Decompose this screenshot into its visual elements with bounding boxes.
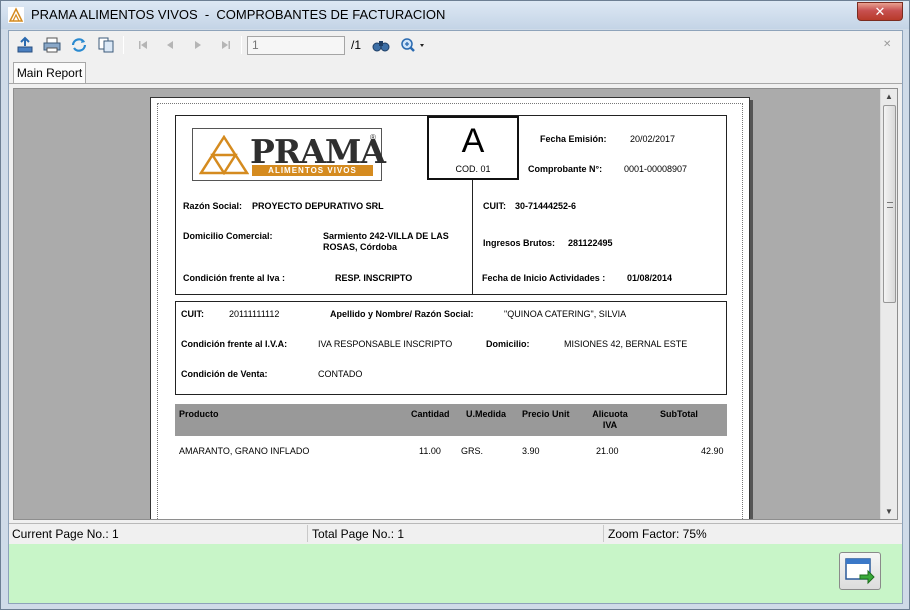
invoice-code: COD. 01 [455, 164, 491, 174]
condicion-iva-value: RESP. INSCRIPTO [335, 273, 413, 283]
client-name-value: "QUINOA CATERING", SILVIA [504, 309, 627, 319]
client-info-box: CUIT: 20111111112 Apellido y Nombre/ Raz… [175, 301, 727, 395]
items-table-header: Producto Cantidad U.Medida Precio Unit A… [175, 404, 727, 436]
client-name-label: Apellido y Nombre/ Razón Social: [330, 309, 474, 319]
scroll-down-icon[interactable]: ▼ [885, 507, 893, 516]
cuit-label: CUIT: [483, 201, 506, 211]
client-cuit-value: 20111111112 [229, 309, 280, 319]
report-canvas[interactable]: PRAMA ® ALIMENTOS VIVOS A COD. 01 Fecha … [13, 88, 898, 520]
logo-triangle-icon [199, 135, 249, 175]
client-cond-venta-label: Condición de Venta: [181, 369, 268, 379]
copy-icon[interactable] [96, 36, 116, 54]
client-cond-iva-label: Condición frente al I.V.A: [181, 339, 288, 349]
report-page: PRAMA ® ALIMENTOS VIVOS A COD. 01 Fecha … [150, 97, 750, 519]
scroll-up-icon[interactable]: ▲ [885, 92, 893, 101]
vertical-scrollbar[interactable]: ▲ ▼ [880, 89, 897, 519]
client-cuit-label: CUIT: [181, 309, 204, 319]
domicilio-comercial-value: Sarmiento 242-VILLA DE LAS ROSAS, Córdob… [323, 231, 449, 252]
client-domicilio-label: Domicilio: [486, 339, 530, 349]
zoom-icon[interactable] [399, 36, 427, 54]
logo-registered-mark: ® [370, 133, 376, 142]
col-cantidad: Cantidad [411, 409, 450, 419]
condicion-iva-label: Condición frente al Iva : [183, 273, 286, 283]
title-bar[interactable]: PRAMA ALIMENTOS VIVOS - COMPROBANTES DE … [1, 1, 909, 29]
header-divider [472, 180, 473, 294]
print-icon[interactable] [42, 36, 62, 54]
client-cond-iva-value: IVA RESPONSABLE INSCRIPTO [318, 339, 453, 349]
domicilio-comercial-label: Domicilio Comercial: [183, 231, 273, 241]
close-button[interactable]: ✕ [857, 2, 903, 21]
next-page-icon[interactable] [188, 36, 208, 54]
row-cantidad: 11.00 [419, 446, 441, 456]
client-domicilio-value: MISIONES 42, BERNAL ESTE [564, 339, 688, 349]
cuit-value: 30-71444252-6 [515, 201, 577, 211]
row-umedida: GRS. [461, 446, 484, 456]
toolbar-separator [241, 36, 242, 54]
status-bar: Current Page No.: 1 Total Page No.: 1 Zo… [9, 523, 902, 543]
client-cond-venta-value: CONTADO [318, 369, 363, 379]
footer-panel [9, 544, 902, 603]
col-alicuota-iva: Alicuota IVA [592, 409, 628, 430]
invoice-header-box: PRAMA ® ALIMENTOS VIVOS A COD. 01 Fecha … [175, 115, 727, 295]
toolbar: 1 /1 ✕ [9, 31, 902, 59]
status-total-page: Total Page No.: 1 [312, 527, 405, 541]
scrollbar-thumb[interactable] [883, 105, 896, 303]
window-title: PRAMA ALIMENTOS VIVOS - COMPROBANTES DE … [31, 7, 446, 22]
inicio-actividades-value: 01/08/2014 [627, 273, 673, 283]
comprobante-label: Comprobante N°: [528, 164, 603, 174]
comprobante-value: 0001-00008907 [624, 164, 688, 174]
row-precio-unit: 3.90 [522, 446, 540, 456]
col-umedida: U.Medida [466, 409, 507, 419]
fecha-emision-label: Fecha Emisión: [540, 134, 607, 144]
row-subtotal: 42.90 [701, 446, 724, 456]
report-window: PRAMA ALIMENTOS VIVOS - COMPROBANTES DE … [0, 0, 910, 610]
row-alicuota: 21.00 [596, 446, 619, 456]
col-precio-unit: Precio Unit [522, 409, 570, 419]
exit-window-icon [845, 558, 875, 585]
status-separator [603, 525, 604, 542]
grip-icon [887, 202, 893, 208]
status-separator [307, 525, 308, 542]
toolbar-separator [123, 36, 124, 54]
refresh-icon[interactable] [69, 36, 89, 54]
col-subtotal: SubTotal [660, 409, 698, 419]
fecha-emision-value: 20/02/2017 [630, 134, 676, 144]
razon-social-label: Razón Social: [183, 201, 243, 211]
row-producto: AMARANTO, GRANO INFLADO [179, 446, 310, 456]
first-page-icon[interactable] [133, 36, 153, 54]
prama-logo: PRAMA ® ALIMENTOS VIVOS [192, 128, 386, 181]
razon-social-value: PROYECTO DEPURATIVO SRL [252, 201, 384, 211]
export-icon[interactable] [15, 36, 35, 54]
page-total-label: /1 [351, 38, 362, 52]
app-logo-icon [8, 7, 24, 23]
logo-subtitle: ALIMENTOS VIVOS [252, 165, 373, 176]
ingresos-brutos-value: 281122495 [568, 238, 613, 248]
prev-page-icon[interactable] [160, 36, 180, 54]
report-viewer-panel: 1 /1 ✕ Main Report PRAMA ® ALIMENTOS VIV… [8, 30, 903, 604]
tab-main-report[interactable]: Main Report [13, 62, 86, 84]
invoice-letter: A [461, 122, 485, 160]
status-zoom: Zoom Factor: 75% [608, 527, 707, 541]
search-binoculars-icon[interactable] [371, 36, 391, 54]
exit-button[interactable] [839, 552, 881, 590]
ingresos-brutos-label: Ingresos Brutos: [483, 238, 556, 248]
invoice-type-box: A COD. 01 [427, 116, 519, 180]
tab-divider [9, 83, 902, 84]
inicio-actividades-label: Fecha de Inicio Actividades : [482, 273, 606, 283]
last-page-icon[interactable] [216, 36, 236, 54]
col-producto: Producto [179, 409, 219, 419]
toolbar-close-icon[interactable]: ✕ [883, 40, 893, 50]
page-number-input[interactable]: 1 [247, 36, 345, 55]
status-current-page: Current Page No.: 1 [12, 527, 119, 541]
